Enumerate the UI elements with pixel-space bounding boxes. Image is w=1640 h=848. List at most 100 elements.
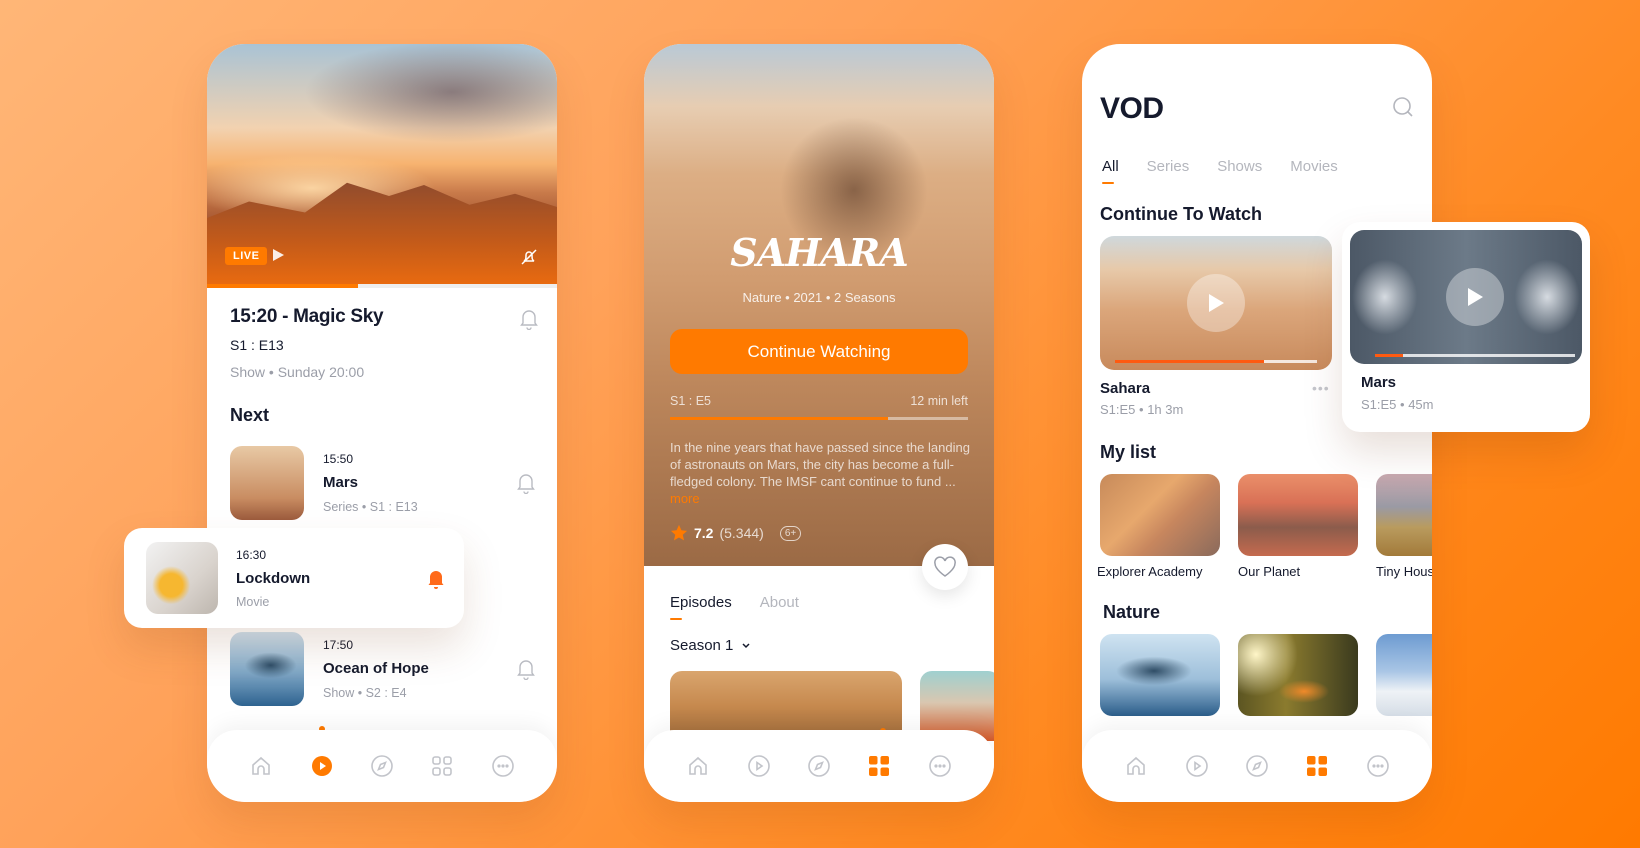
bottom-nav <box>207 730 557 802</box>
tab-all[interactable]: All <box>1102 158 1119 184</box>
tab-shows[interactable]: Shows <box>1217 158 1262 175</box>
play-circle-icon[interactable] <box>310 754 334 778</box>
schedule-item[interactable]: 17:50 Ocean of Hope Show • S2 : E4 <box>230 632 535 708</box>
home-icon[interactable] <box>1124 754 1148 778</box>
item-time: 16:30 <box>236 548 267 562</box>
program-meta: Show • Sunday 20:00 <box>230 364 365 380</box>
nature-thumbnail[interactable] <box>1376 634 1432 716</box>
more-options-icon[interactable]: ••• <box>1312 380 1330 396</box>
star-icon <box>670 524 688 542</box>
card-title: Sahara <box>1100 380 1151 397</box>
search-icon[interactable] <box>1392 96 1414 118</box>
live-badge: LIVE <box>225 247 268 265</box>
page-title: VOD <box>1100 92 1164 125</box>
tab-episodes[interactable]: Episodes <box>670 594 732 620</box>
play-icon[interactable] <box>1446 268 1504 326</box>
program-title: 15:20 - Magic Sky <box>230 306 384 327</box>
item-title: Mars <box>323 474 359 491</box>
program-episode: S1 : E13 <box>230 337 284 353</box>
rating-votes: (5.344) <box>719 525 764 541</box>
watch-progress-bar <box>670 417 968 420</box>
nature-thumbnail[interactable] <box>1100 634 1220 716</box>
more-icon[interactable] <box>928 754 952 778</box>
tab-series[interactable]: Series <box>1147 158 1190 175</box>
item-meta: Movie <box>236 595 270 609</box>
age-rating-badge: 6+ <box>779 525 802 541</box>
mylist-title: Explorer Academy <box>1097 564 1203 579</box>
live-progress-bar[interactable] <box>207 284 557 288</box>
whale-thumbnail <box>230 632 304 706</box>
compass-icon[interactable] <box>370 754 394 778</box>
mute-icon[interactable] <box>519 247 539 267</box>
bell-icon[interactable] <box>516 658 536 680</box>
compass-icon[interactable] <box>807 754 831 778</box>
compass-icon[interactable] <box>1245 754 1269 778</box>
grid-icon[interactable] <box>867 754 891 778</box>
heart-icon <box>933 556 957 578</box>
tab-about[interactable]: About <box>760 594 799 611</box>
mylist-heading: My list <box>1100 442 1157 462</box>
mylist-title: Our Planet <box>1238 564 1301 579</box>
bottom-nav <box>644 730 994 802</box>
more-icon[interactable] <box>491 754 515 778</box>
description-text: In the nine years that have passed since… <box>670 440 970 489</box>
tab-movies[interactable]: Movies <box>1290 158 1338 175</box>
bottom-nav <box>1082 730 1432 802</box>
progress-bar <box>1375 354 1575 357</box>
season-dropdown[interactable]: Season 1 <box>670 637 751 654</box>
continue-card-sahara[interactable] <box>1100 236 1332 370</box>
lockdown-thumbnail <box>146 542 218 614</box>
rating-value: 7.2 <box>694 525 714 541</box>
schedule-item[interactable]: 15:50 Mars Series • S1 : E13 <box>230 446 535 522</box>
item-meta: Series • S1 : E13 <box>323 500 418 514</box>
more-link[interactable]: more <box>670 491 700 506</box>
detail-tabs: Episodes About <box>670 594 799 620</box>
item-meta: Show • S2 : E4 <box>323 686 407 700</box>
bell-icon[interactable] <box>519 308 539 330</box>
current-episode: S1 : E5 <box>670 394 711 408</box>
mars-thumbnail <box>1350 230 1582 364</box>
progress-bar <box>1115 360 1317 363</box>
continue-heading: Continue To Watch <box>1100 204 1262 224</box>
card-title: Mars <box>1361 374 1397 391</box>
reminder-card-lockdown[interactable]: 16:30 Lockdown Movie <box>124 528 464 628</box>
play-icon[interactable] <box>1187 274 1245 332</box>
bell-icon[interactable] <box>516 472 536 494</box>
mars-thumbnail <box>230 446 304 520</box>
home-icon[interactable] <box>686 754 710 778</box>
nature-thumbnail[interactable] <box>1238 634 1358 716</box>
nature-heading: Nature <box>1103 602 1161 622</box>
mylist-thumbnail[interactable] <box>1376 474 1432 556</box>
play-icon[interactable] <box>271 248 285 262</box>
category-tabs: All Series Shows Movies <box>1102 158 1338 184</box>
favorite-button[interactable] <box>922 544 968 590</box>
rating: 7.2 (5.344) 6+ <box>670 524 802 542</box>
show-detail-screen: SAHARA Nature • 2021 • 2 Seasons Continu… <box>644 44 994 802</box>
home-icon[interactable] <box>249 754 273 778</box>
continue-card-mars[interactable]: Mars S1:E5 • 45m <box>1342 222 1590 432</box>
card-meta: S1:E5 • 1h 3m <box>1100 402 1184 417</box>
show-meta: Nature • 2021 • 2 Seasons <box>742 290 896 305</box>
item-title: Lockdown <box>236 570 311 587</box>
mylist-thumbnail[interactable] <box>1100 474 1220 556</box>
continue-watching-button[interactable]: Continue Watching <box>670 329 968 374</box>
mylist-title: Tiny House <box>1376 564 1432 579</box>
chevron-down-icon <box>741 642 751 650</box>
live-tv-screen: LIVE 15:20 - Magic Sky S1 : E13 Show • S… <box>207 44 557 802</box>
season-label: Season 1 <box>670 637 734 654</box>
item-title: Ocean of Hope <box>323 660 429 677</box>
time-left: 12 min left <box>910 394 968 408</box>
card-meta: S1:E5 • 45m <box>1361 397 1434 412</box>
item-time: 15:50 <box>323 452 354 466</box>
next-heading: Next <box>230 405 270 425</box>
play-circle-icon[interactable] <box>747 754 771 778</box>
mylist-thumbnail[interactable] <box>1238 474 1358 556</box>
show-description: In the nine years that have passed since… <box>670 439 970 507</box>
play-circle-icon[interactable] <box>1185 754 1209 778</box>
item-time: 17:50 <box>323 638 354 652</box>
bell-active-icon[interactable] <box>426 568 446 590</box>
more-icon[interactable] <box>1366 754 1390 778</box>
show-logo: SAHARA <box>730 230 908 275</box>
grid-icon[interactable] <box>1305 754 1329 778</box>
grid-icon[interactable] <box>430 754 454 778</box>
